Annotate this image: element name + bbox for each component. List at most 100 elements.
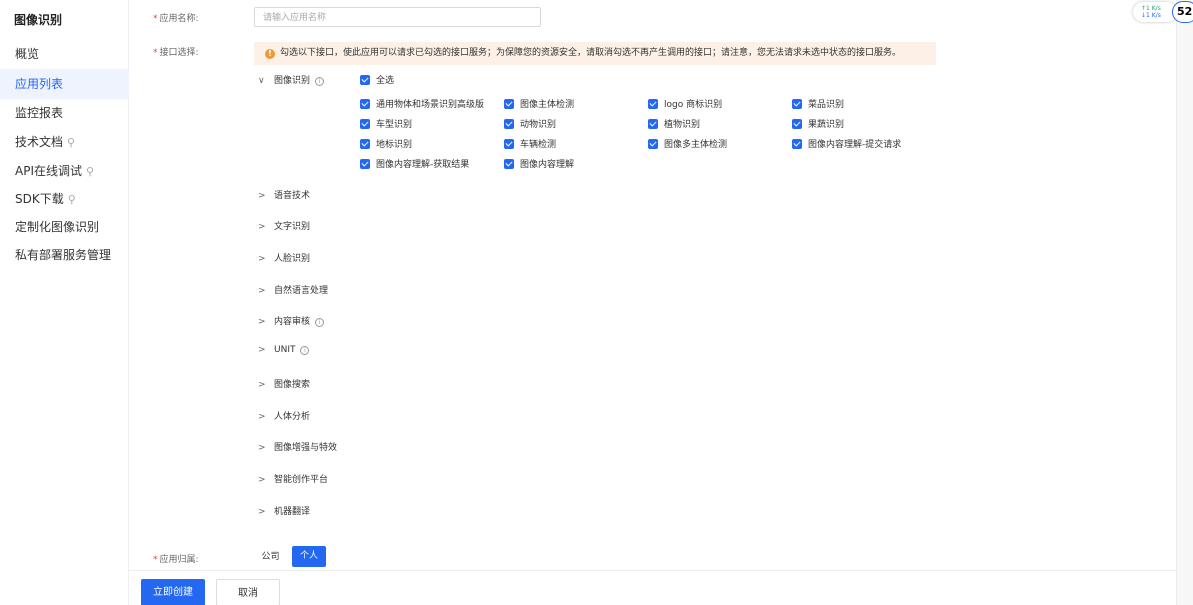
sidebar-item-docs[interactable]: 技术文档 ⚲ [0, 127, 129, 157]
external-link-icon: ⚲ [67, 136, 76, 149]
checkbox-select-all[interactable]: 全选 [360, 73, 394, 86]
vertical-scrollbar[interactable] [1176, 0, 1193, 605]
sidebar-item-monitor[interactable]: 监控报表 [0, 98, 129, 128]
checkbox-label: 地标识别 [376, 140, 413, 150]
checkbox-item[interactable]: 通用物体和场景识别高级版 [360, 97, 484, 110]
chevron-right-icon: > [258, 286, 266, 296]
group-translation[interactable]: > 机器翻译 [258, 504, 310, 517]
chevron-right-icon: > [258, 507, 266, 517]
chevron-right-icon: > [258, 412, 266, 422]
checkbox-checked-icon [360, 75, 370, 85]
checkbox-checked-icon [792, 139, 802, 149]
checkbox-label: logo 商标识别 [664, 100, 723, 110]
chevron-down-icon: ∨ [258, 76, 265, 86]
group-image-search[interactable]: > 图像搜索 [258, 377, 310, 390]
sidebar-item-api-debug[interactable]: API在线调试 ⚲ [0, 156, 129, 186]
chevron-right-icon: > [258, 345, 266, 355]
checkbox-checked-icon [360, 99, 370, 109]
group-content-audit[interactable]: > 内容审核 i [258, 314, 325, 327]
checkbox-label: 车型识别 [376, 120, 413, 130]
checkbox-item[interactable]: 图像内容理解 [504, 157, 574, 170]
group-speech[interactable]: > 语音技术 [258, 188, 310, 201]
sidebar-title: 图像识别 [14, 13, 63, 27]
checkbox-checked-icon [504, 159, 514, 169]
chevron-right-icon: > [258, 317, 266, 327]
sidebar-item-label: 私有部署服务管理 [15, 248, 112, 262]
sidebar-item-private-deploy[interactable]: 私有部署服务管理 [0, 240, 129, 270]
sidebar-item-overview[interactable]: 概览 [0, 39, 129, 69]
checkbox-item[interactable]: 图像多主体检测 [648, 137, 727, 150]
sidebar-item-label: SDK下载 [15, 192, 64, 206]
network-speed-widget: ↑1 K/s ↓1 K/s [1133, 2, 1177, 22]
sidebar-item-label: 监控报表 [15, 106, 64, 120]
cancel-button[interactable]: 取消 [216, 579, 280, 605]
info-icon: i [300, 346, 310, 355]
group-label: 语音技术 [274, 191, 311, 201]
footer-bar: 立即创建 取消 [129, 570, 1176, 605]
checkbox-item[interactable]: 菜品识别 [792, 97, 844, 110]
checkbox-checked-icon [648, 99, 658, 109]
group-label: 自然语言处理 [274, 286, 329, 296]
ownership-company-option[interactable]: 公司 [253, 546, 288, 567]
app-name-label: * 应用名称: [153, 14, 199, 24]
checkbox-checked-icon [792, 119, 802, 129]
checkbox-label: 果蔬识别 [808, 120, 845, 130]
group-label: 机器翻译 [274, 507, 311, 517]
checkbox-item[interactable]: logo 商标识别 [648, 97, 722, 110]
checkbox-item[interactable]: 动物识别 [504, 117, 556, 130]
chevron-right-icon: > [258, 380, 266, 390]
group-label: 内容审核 [274, 317, 311, 327]
ownership-label: * 应用归属: [153, 555, 199, 565]
group-ocr[interactable]: > 文字识别 [258, 219, 310, 232]
app-name-input[interactable] [254, 7, 541, 27]
group-body-analysis[interactable]: > 人体分析 [258, 409, 310, 422]
group-image-enhance[interactable]: > 图像增强与特效 [258, 440, 337, 453]
chevron-right-icon: > [258, 443, 266, 453]
checkbox-item[interactable]: 地标识别 [360, 137, 412, 150]
group-image-recognition[interactable]: ∨ 图像识别 i [258, 73, 325, 86]
sidebar-item-app-list[interactable]: 应用列表 [0, 69, 129, 99]
checkbox-label: 动物识别 [520, 120, 557, 130]
ownership-personal-option[interactable]: 个人 [292, 546, 326, 567]
checkbox-item[interactable]: 图像内容理解-获取结果 [360, 157, 469, 170]
sidebar-item-label: 技术文档 [15, 135, 64, 149]
checkbox-checked-icon [504, 99, 514, 109]
checkbox-item[interactable]: 果蔬识别 [792, 117, 844, 130]
checkbox-checked-icon [648, 139, 658, 149]
chevron-right-icon: > [258, 475, 266, 485]
checkbox-item[interactable]: 车辆检测 [504, 137, 556, 150]
group-label: 人脸识别 [274, 254, 311, 264]
create-button[interactable]: 立即创建 [141, 579, 205, 605]
group-label: UNIT [274, 345, 296, 355]
sidebar-item-label: API在线调试 [15, 164, 82, 178]
checkbox-label: 图像内容理解-获取结果 [376, 160, 470, 170]
checkbox-checked-icon [360, 139, 370, 149]
checkbox-item[interactable]: 图像主体检测 [504, 97, 574, 110]
group-face[interactable]: > 人脸识别 [258, 251, 310, 264]
checkbox-item[interactable]: 植物识别 [648, 117, 700, 130]
checkbox-checked-icon [360, 159, 370, 169]
floating-badge[interactable]: 52 [1172, 1, 1193, 23]
group-unit[interactable]: > UNIT i [258, 345, 310, 355]
checkbox-checked-icon [792, 99, 802, 109]
sidebar-item-label: 概览 [15, 47, 40, 61]
warning-icon: ! [265, 49, 275, 59]
checkbox-label: 图像内容理解 [520, 160, 575, 170]
main-form: *应用名称: *接口选择: ! 勾选以下接口，使此应用可以请求已勾选的接口服务；为… [129, 0, 1176, 570]
checkbox-label: 植物识别 [664, 120, 701, 130]
chevron-right-icon: > [258, 254, 266, 264]
sidebar-item-custom[interactable]: 定制化图像识别 [0, 212, 129, 242]
chevron-right-icon: > [258, 222, 266, 232]
checkbox-item[interactable]: 车型识别 [360, 117, 412, 130]
chevron-right-icon: > [258, 191, 266, 201]
group-label: 图像搜索 [274, 380, 311, 390]
checkbox-label: 全选 [376, 76, 395, 86]
checkbox-item[interactable]: 图像内容理解-提交请求 [792, 137, 901, 150]
group-creative-platform[interactable]: > 智能创作平台 [258, 472, 328, 485]
sidebar-item-sdk[interactable]: SDK下载 ⚲ [0, 184, 129, 214]
group-nlp[interactable]: > 自然语言处理 [258, 283, 328, 296]
external-link-icon: ⚲ [86, 165, 95, 178]
checkbox-checked-icon [504, 139, 514, 149]
external-link-icon: ⚲ [67, 193, 76, 206]
sidebar-item-label: 定制化图像识别 [15, 220, 100, 234]
